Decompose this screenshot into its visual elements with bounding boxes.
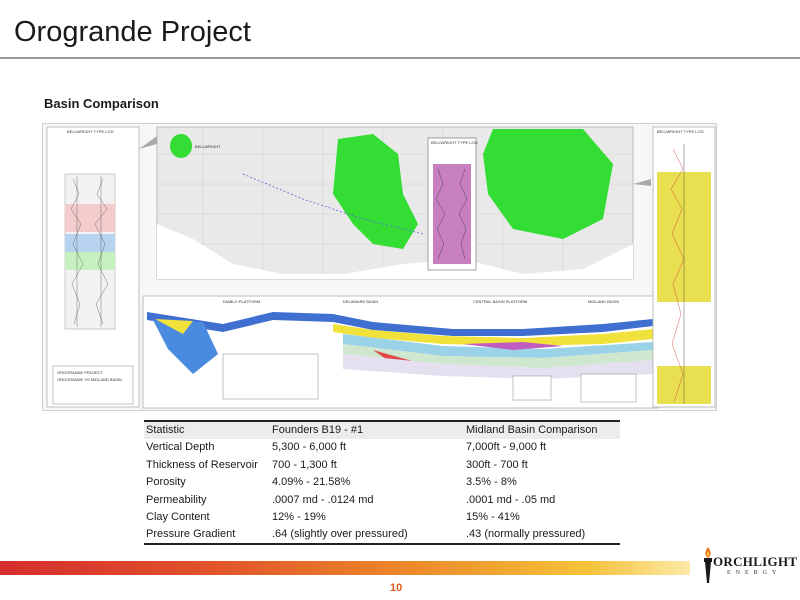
header-statistic: Statistic (146, 424, 185, 437)
page-number: 10 (390, 582, 403, 594)
header-midland: Midland Basin Comparison (466, 424, 598, 437)
midland-value: 7,000ft - 9,000 ft (466, 441, 547, 454)
logo-name: ORCHLIGHT (713, 554, 798, 569)
midland-value: 3.5% - 8% (466, 476, 517, 489)
table-header-row: Statistic Founders B19 - #1 Midland Basi… (144, 421, 620, 439)
table-row: Thickness of Reservoir 700 - 1,300 ft 30… (144, 456, 620, 474)
center-log-label: BELLWRIGHT TYPE LOG (431, 140, 478, 145)
midland-value: 300ft - 700 ft (466, 458, 528, 471)
founders-value: 5,300 - 6,000 ft (272, 441, 346, 454)
founders-value: .64 (slightly over pressured) (272, 528, 408, 541)
left-caption-title: OROGRANDE PROJECT (57, 370, 104, 375)
company-logo: ORCHLIGHT ENERGY (697, 545, 797, 585)
basin-stats-table: Statistic Founders B19 - #1 Midland Basi… (144, 420, 620, 545)
section-heading: Basin Comparison (44, 96, 159, 111)
founders-value: 700 - 1,300 ft (272, 458, 337, 471)
table-row: Permeability .0007 md - .0124 md .0001 m… (144, 491, 620, 509)
founders-value: 12% - 19% (272, 511, 326, 524)
map-label: BELLWRIGHT (195, 144, 221, 149)
header-founders: Founders B19 - #1 (272, 424, 364, 437)
page-title: Orogrande Project (14, 16, 251, 48)
midland-value: .43 (normally pressured) (466, 528, 586, 541)
section-label-midland: MIDLAND BASIN (588, 299, 620, 304)
midland-value: 15% - 41% (466, 511, 520, 524)
midland-value: .0001 md - .05 md (466, 493, 556, 506)
row-label: Clay Content (146, 511, 210, 524)
founders-value: 4.09% - 21.58% (272, 476, 351, 489)
row-label: Thickness of Reservoir (146, 458, 258, 471)
basin-comparison-figure: BELLWRIGHT TYPE LOG OROGRANDE PROJECT OR… (42, 123, 717, 411)
figure-graphic (46, 126, 716, 409)
row-label: Pressure Gradient (146, 528, 236, 541)
logo-subtitle: ENERGY (727, 570, 782, 576)
table-row: Pressure Gradient .64 (slightly over pre… (144, 526, 620, 544)
section-label-delaware: DELAWARE BASIN (343, 299, 379, 304)
founders-value: .0007 md - .0124 md (272, 493, 374, 506)
table-row: Vertical Depth 5,300 - 6,000 ft 7,000ft … (144, 439, 620, 457)
right-log-label: BELLWRIGHT TYPE LOG (657, 129, 704, 134)
row-label: Porosity (146, 476, 186, 489)
section-label-diablo: DIABLO PLATFORM (223, 299, 261, 304)
row-label: Permeability (146, 493, 207, 506)
row-label: Vertical Depth (146, 441, 215, 454)
footer-color-band (0, 561, 690, 575)
title-divider (0, 57, 800, 59)
table-row: Clay Content 12% - 19% 15% - 41% (144, 509, 620, 527)
table-row: Porosity 4.09% - 21.58% 3.5% - 8% (144, 474, 620, 492)
left-log-label: BELLWRIGHT TYPE LOG (67, 129, 114, 134)
section-label-central: CENTRAL BASIN PLATFORM (473, 299, 528, 304)
left-caption-subtitle: OROGRANDE VS MIDLAND BASIN (57, 377, 122, 382)
